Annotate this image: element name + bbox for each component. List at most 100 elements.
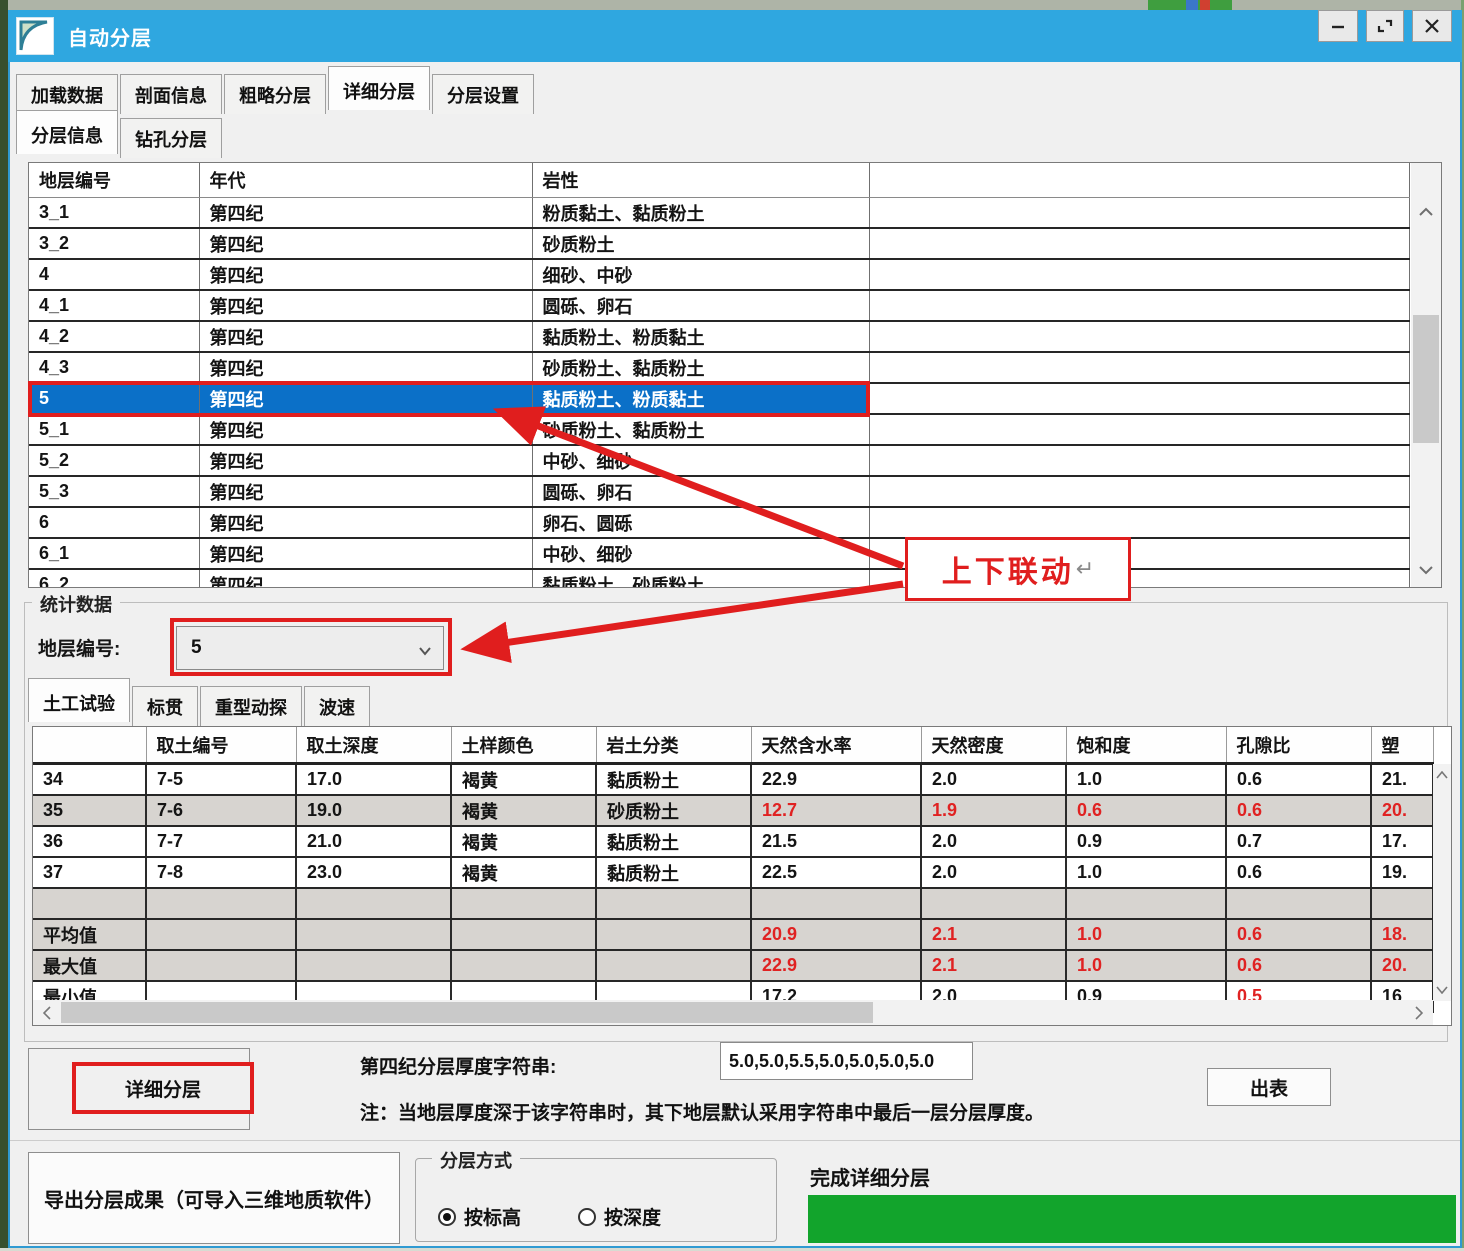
export-results-button[interactable]: 导出分层成果（可导入三维地质软件） [28, 1152, 400, 1244]
cell[interactable]: 6_1 [29, 538, 199, 569]
cell[interactable]: 21.5 [751, 826, 921, 857]
stats-table-vscrollbar[interactable] [1433, 764, 1451, 1001]
cell[interactable] [869, 259, 1409, 290]
cell[interactable] [869, 290, 1409, 321]
cell[interactable]: 23.0 [296, 857, 451, 888]
cell[interactable]: 4 [29, 259, 199, 290]
cell[interactable] [146, 950, 296, 981]
cell[interactable]: 19.0 [296, 795, 451, 826]
cell[interactable]: 37 [33, 857, 146, 888]
layer-table-row[interactable]: 4_3第四纪砂质粉土、黏质粉土 [29, 352, 1409, 383]
cell[interactable] [146, 888, 296, 919]
cell[interactable] [296, 950, 451, 981]
cell[interactable]: 22.9 [751, 950, 921, 981]
stats-table-row[interactable]: 平均值20.92.11.00.618. [33, 919, 1433, 950]
cell[interactable]: 1.0 [1066, 950, 1226, 981]
layer-number-combobox[interactable]: 5 [176, 626, 444, 670]
stats-tab-重型动探[interactable]: 重型动探 [200, 686, 302, 726]
cell[interactable]: 第四纪 [199, 569, 532, 588]
cell[interactable]: 0.7 [1226, 826, 1371, 857]
cell[interactable]: 34 [33, 764, 146, 796]
scroll-down-icon[interactable] [1433, 981, 1451, 999]
cell[interactable]: 3_2 [29, 228, 199, 259]
cell[interactable]: 3_1 [29, 198, 199, 229]
cell[interactable]: 18. [1371, 919, 1433, 950]
cell[interactable]: 7-7 [146, 826, 296, 857]
cell[interactable]: 0.6 [1226, 795, 1371, 826]
cell[interactable]: 0.6 [1066, 795, 1226, 826]
layer-table-row[interactable]: 4第四纪细砂、中砂 [29, 259, 1409, 290]
cell[interactable] [1066, 888, 1226, 919]
subtab-分层信息[interactable]: 分层信息 [16, 110, 118, 154]
cell[interactable] [921, 888, 1066, 919]
cell[interactable]: 1.9 [921, 795, 1066, 826]
layer-table-row[interactable]: 3_1第四纪粉质黏土、黏质粉土 [29, 198, 1409, 229]
stats-table-row[interactable]: 377-823.0褐黄黏质粉土22.52.01.00.619. [33, 857, 1433, 888]
cell[interactable]: 褐黄 [451, 764, 596, 796]
cell[interactable]: 20.9 [751, 919, 921, 950]
stats-table-row[interactable]: 357-619.0褐黄砂质粉土12.71.90.60.620. [33, 795, 1433, 826]
tab-加载数据[interactable]: 加载数据 [16, 74, 118, 114]
layer-table-row[interactable]: 5_3第四纪圆砾、卵石 [29, 476, 1409, 507]
cell[interactable]: 2.1 [921, 950, 1066, 981]
stats-table-row[interactable]: 347-517.0褐黄黏质粉土22.92.01.00.621. [33, 764, 1433, 796]
cell[interactable]: 第四纪 [199, 538, 532, 569]
cell[interactable]: 36 [33, 826, 146, 857]
cell[interactable]: 圆砾、卵石 [532, 290, 869, 321]
cell[interactable]: 第四纪 [199, 414, 532, 445]
cell[interactable]: 第四纪 [199, 445, 532, 476]
cell[interactable]: 2.1 [921, 919, 1066, 950]
cell[interactable]: 第四纪 [199, 198, 532, 229]
layer-table-row[interactable]: 6_2第四纪黏质粉土、砂质粉土 [29, 569, 1409, 588]
layer-table-row[interactable]: 5第四纪黏质粉土、粉质黏土 [29, 383, 1409, 414]
cell[interactable]: 第四纪 [199, 321, 532, 352]
cell[interactable]: 19. [1371, 857, 1433, 888]
cell[interactable] [296, 919, 451, 950]
cell[interactable]: 0.6 [1226, 950, 1371, 981]
cell[interactable]: 0.6 [1226, 764, 1371, 796]
cell[interactable]: 最大值 [33, 950, 146, 981]
layer-table-row[interactable]: 3_2第四纪砂质粉土 [29, 228, 1409, 259]
cell[interactable]: 黏质粉土 [596, 764, 751, 796]
detail-layering-button[interactable]: 详细分层 [72, 1062, 254, 1114]
cell[interactable] [869, 321, 1409, 352]
stats-tab-标贯[interactable]: 标贯 [132, 686, 198, 726]
cell[interactable]: 6 [29, 507, 199, 538]
cell[interactable]: 褐黄 [451, 857, 596, 888]
cell[interactable] [146, 919, 296, 950]
cell[interactable]: 第四纪 [199, 259, 532, 290]
cell[interactable]: 7-6 [146, 795, 296, 826]
cell[interactable]: 砂质粉土 [532, 228, 869, 259]
stats-table-hscrollbar[interactable] [33, 1000, 1433, 1025]
cell[interactable] [451, 950, 596, 981]
restore-button[interactable] [1366, 10, 1404, 42]
cell[interactable]: 4_3 [29, 352, 199, 383]
cell[interactable]: 黏质粉土 [596, 857, 751, 888]
cell[interactable]: 1.0 [1066, 857, 1226, 888]
cell[interactable]: 第四纪 [199, 383, 532, 414]
tab-剖面信息[interactable]: 剖面信息 [120, 74, 222, 114]
cell[interactable]: 1.0 [1066, 919, 1226, 950]
cell[interactable] [1226, 888, 1371, 919]
cell[interactable]: 平均值 [33, 919, 146, 950]
scrollbar-thumb[interactable] [1413, 315, 1439, 443]
thickness-string-input[interactable] [720, 1042, 973, 1080]
cell[interactable]: 5 [29, 383, 199, 414]
scrollbar-thumb[interactable] [61, 1002, 873, 1023]
close-button[interactable] [1412, 10, 1452, 42]
cell[interactable] [869, 476, 1409, 507]
cell[interactable]: 12.7 [751, 795, 921, 826]
cell[interactable]: 第四纪 [199, 290, 532, 321]
cell[interactable]: 中砂、细砂 [532, 445, 869, 476]
scroll-left-icon[interactable] [35, 1000, 59, 1025]
cell[interactable]: 20. [1371, 950, 1433, 981]
cell[interactable]: 第四纪 [199, 507, 532, 538]
cell[interactable]: 第四纪 [199, 352, 532, 383]
cell[interactable]: 7-5 [146, 764, 296, 796]
cell[interactable]: 4_1 [29, 290, 199, 321]
cell[interactable] [296, 888, 451, 919]
cell[interactable]: 5_3 [29, 476, 199, 507]
cell[interactable]: 5_2 [29, 445, 199, 476]
cell[interactable] [869, 538, 1409, 569]
cell[interactable] [451, 888, 596, 919]
